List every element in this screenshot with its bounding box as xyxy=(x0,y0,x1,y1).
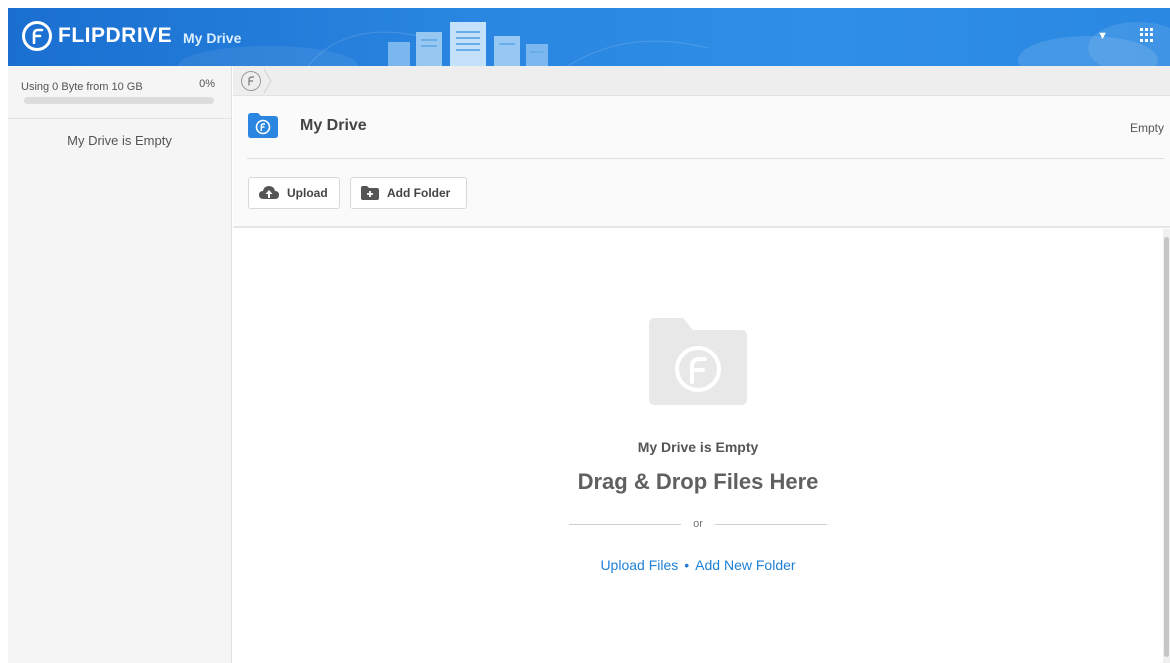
breadcrumb xyxy=(233,66,1170,96)
empty-title: My Drive is Empty xyxy=(637,439,759,455)
empty-actions: Upload Files • Add New Folder xyxy=(233,557,1163,573)
add-new-folder-link[interactable]: Add New Folder xyxy=(695,557,795,573)
or-text: or xyxy=(693,518,703,530)
upload-files-link[interactable]: Upload Files xyxy=(600,557,678,573)
link-separator: • xyxy=(684,557,690,573)
page-title: My Drive xyxy=(300,117,367,134)
top-header: FLIPDRIVE My Drive ▼ xyxy=(8,8,1170,66)
logo-text: FLIPDRIVE xyxy=(58,24,173,47)
dropdown-caret-icon[interactable]: ▼ xyxy=(1097,30,1108,42)
flipdrive-logo-icon xyxy=(22,21,52,51)
storage-usage-percent: 0% xyxy=(199,78,215,90)
header-title: My Drive xyxy=(183,30,242,46)
drop-zone[interactable]: My Drive is Empty Drag & Drop Files Here… xyxy=(233,229,1163,663)
sidebar: Using 0 Byte from 10 GB 0% My Drive is E… xyxy=(8,66,232,663)
upload-button[interactable]: Upload xyxy=(248,177,340,209)
breadcrumb-separator-icon xyxy=(263,68,272,94)
storage-usage: Using 0 Byte from 10 GB 0% xyxy=(8,66,231,119)
divider xyxy=(247,158,1164,159)
or-divider: or xyxy=(569,517,827,531)
scrollbar[interactable] xyxy=(1163,229,1170,663)
folder-header: My Drive Empty Upload Add Folder xyxy=(233,96,1170,228)
cloud-upload-icon xyxy=(259,186,279,199)
folder-icon xyxy=(248,113,278,138)
upload-button-label: Upload xyxy=(287,186,328,200)
drag-drop-text: Drag & Drop Files Here xyxy=(577,469,819,494)
documents-illustration-icon xyxy=(388,22,548,66)
flipdrive-home-icon[interactable] xyxy=(241,71,261,91)
storage-usage-text: Using 0 Byte from 10 GB xyxy=(21,81,143,93)
add-folder-icon xyxy=(361,186,379,200)
scrollbar-thumb[interactable] xyxy=(1164,237,1169,657)
add-folder-button-label: Add Folder xyxy=(387,186,451,200)
storage-progress-bar xyxy=(24,97,214,104)
empty-folder-icon xyxy=(649,318,747,405)
sidebar-empty-message: My Drive is Empty xyxy=(67,133,172,148)
flipdrive-logo[interactable]: FLIPDRIVE xyxy=(22,21,172,51)
add-folder-button[interactable]: Add Folder xyxy=(350,177,467,209)
folder-status: Empty xyxy=(1129,121,1164,135)
apps-grid-icon[interactable] xyxy=(1140,28,1154,42)
